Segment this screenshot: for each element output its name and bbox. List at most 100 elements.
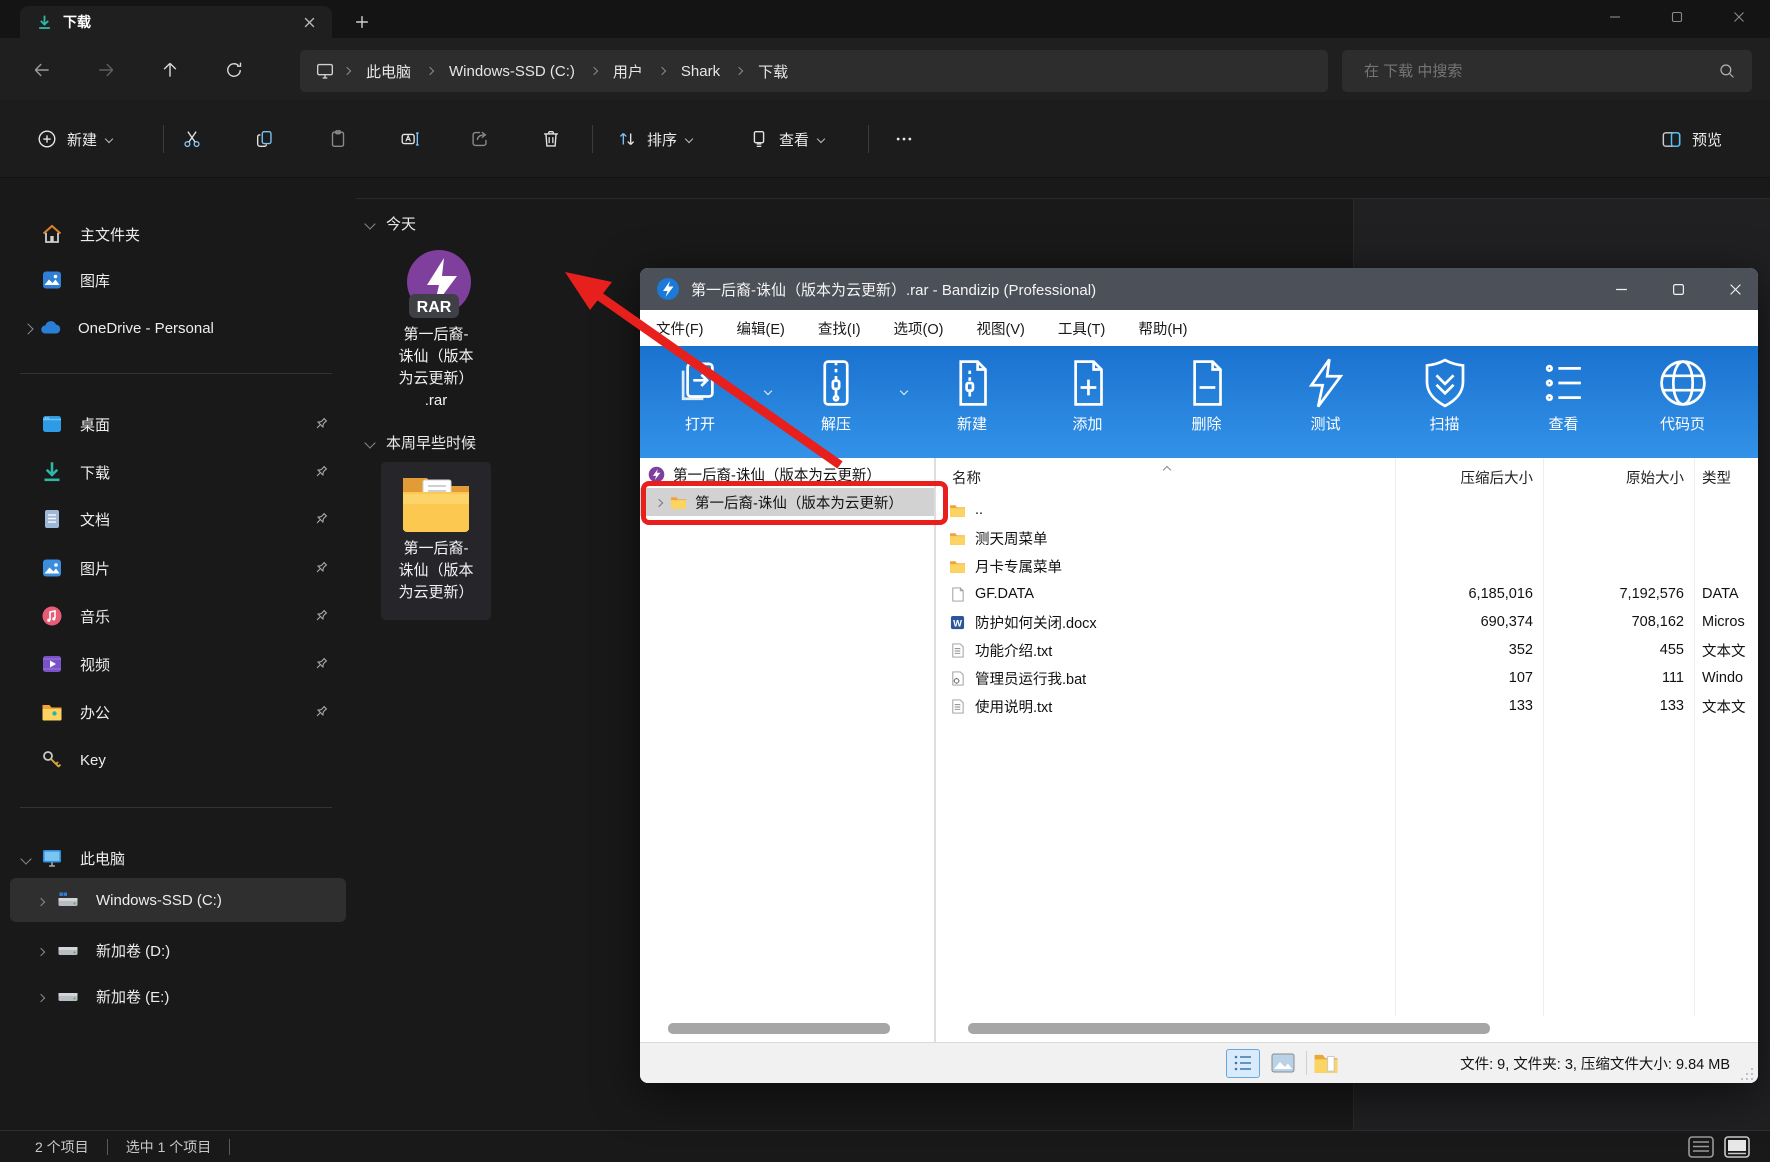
menu-find[interactable]: 查找(I) (818, 318, 861, 339)
file-item-folder-selected[interactable]: 第一后裔- 诛仙（版本 为云更新） (381, 462, 491, 620)
refresh-button[interactable] (214, 50, 254, 90)
sidebar-item-documents[interactable]: 文档 (10, 497, 346, 541)
column-header-type[interactable]: 类型 (1694, 467, 1758, 488)
copy-button[interactable] (245, 117, 285, 161)
archive-row[interactable]: .. (936, 496, 1758, 524)
scrollbar-thumb[interactable] (668, 1023, 890, 1034)
new-archive-button[interactable]: 新建 (916, 356, 1028, 458)
column-header-original[interactable]: 原始大小 (1543, 467, 1694, 488)
search-input[interactable] (1342, 50, 1752, 92)
archive-row[interactable]: 测天周菜单 (936, 524, 1758, 552)
sidebar-item-drive-e[interactable]: 新加卷 (E:) (10, 974, 346, 1018)
menu-tools[interactable]: 工具(T) (1058, 318, 1106, 339)
breadcrumb-item[interactable]: 此电脑 (358, 57, 419, 86)
breadcrumb-item[interactable]: 用户 (605, 57, 651, 86)
menu-help[interactable]: 帮助(H) (1138, 318, 1187, 339)
test-archive-button[interactable]: 测试 (1266, 356, 1385, 458)
sidebar-item-desktop[interactable]: 桌面 (10, 402, 346, 446)
sidebar-item-onedrive[interactable]: OneDrive - Personal (10, 306, 346, 350)
archive-row[interactable]: GF.DATA 6,185,016 7,192,576 DATA (936, 580, 1758, 608)
chevron-right-icon[interactable] (36, 988, 46, 1005)
bandizip-window[interactable]: 第一后裔-诛仙（版本为云更新）.rar - Bandizip (Professi… (640, 268, 1758, 1083)
extract-button[interactable]: 解压 (780, 356, 892, 458)
forward-button[interactable] (86, 50, 126, 90)
close-window-button[interactable] (1708, 0, 1770, 34)
chevron-down-icon[interactable] (20, 850, 32, 867)
paste-button[interactable] (318, 117, 358, 161)
breadcrumb-item[interactable]: Shark (673, 59, 728, 84)
details-view-button[interactable] (1226, 1048, 1260, 1078)
breadcrumb-item[interactable]: 下载 (750, 57, 796, 86)
group-header-today[interactable]: 今天 (364, 213, 416, 234)
search-box[interactable] (1342, 50, 1752, 92)
scan-archive-button[interactable]: 扫描 (1385, 356, 1504, 458)
tab-close-button[interactable] (298, 11, 320, 33)
view-button[interactable]: 查看 (738, 117, 834, 161)
view-file-button[interactable]: 查看 (1504, 356, 1623, 458)
sidebar-item-label: 图片 (80, 560, 111, 578)
cut-button[interactable] (172, 117, 212, 161)
group-header-earlier[interactable]: 本周早些时候 (364, 432, 476, 453)
thumbnail-view-button[interactable] (1266, 1049, 1300, 1078)
preview-toggle-button[interactable]: 预览 (1648, 117, 1734, 161)
rename-button[interactable] (390, 117, 430, 161)
sidebar-item-downloads[interactable]: 下载 (10, 450, 346, 494)
thumbnail-view-icon[interactable] (1724, 1136, 1750, 1158)
back-button[interactable] (22, 50, 62, 90)
archive-row[interactable]: 月卡专属菜单 (936, 552, 1758, 580)
bandizip-title-bar[interactable]: 第一后裔-诛仙（版本为云更新）.rar - Bandizip (Professi… (640, 268, 1758, 310)
sidebar-item-videos[interactable]: 视频 (10, 642, 346, 686)
up-button[interactable] (150, 50, 190, 90)
minimize-button[interactable] (1584, 0, 1646, 34)
chevron-right-icon[interactable] (36, 892, 46, 909)
sidebar-item-home[interactable]: 主文件夹 (10, 212, 346, 256)
breadcrumb[interactable]: 此电脑 Windows-SSD (C:) 用户 Shark 下载 (300, 50, 1328, 92)
bandizip-close-button[interactable] (1712, 268, 1758, 310)
open-folder-icon[interactable] (1313, 1051, 1339, 1075)
list-horizontal-scrollbar[interactable] (936, 1016, 1758, 1042)
bandizip-maximize-button[interactable] (1655, 268, 1701, 310)
file-item-rar[interactable]: RAR 第一后裔- 诛仙（版本 为云更新） .rar (381, 240, 491, 412)
menu-edit[interactable]: 编辑(E) (737, 318, 785, 339)
details-view-icon[interactable] (1688, 1136, 1714, 1158)
archive-row[interactable]: W 防护如何关闭.docx 690,374 708,162 Micros (936, 608, 1758, 636)
menu-view[interactable]: 视图(V) (976, 318, 1024, 339)
delete-button[interactable] (531, 117, 571, 161)
sidebar-item-pictures[interactable]: 图片 (10, 546, 346, 590)
sidebar-item-gallery[interactable]: 图库 (10, 258, 346, 302)
new-tab-button[interactable] (348, 8, 376, 36)
sidebar-item-drive-c[interactable]: Windows-SSD (C:) (10, 878, 346, 922)
explorer-tab-downloads[interactable]: 下载 (20, 6, 332, 38)
bandizip-toolbar: 打开 解压 新建 添加 删除 测试 扫描 查看 代码页 (640, 346, 1758, 458)
chevron-right-icon[interactable] (22, 320, 34, 337)
desktop-icon (43, 416, 61, 432)
open-archive-button[interactable]: 打开 (644, 356, 756, 458)
menu-file[interactable]: 文件(F) (656, 318, 704, 339)
extract-dropdown-chevron[interactable] (892, 356, 916, 458)
sidebar-item-drive-d[interactable]: 新加卷 (D:) (10, 928, 346, 972)
tree-horizontal-scrollbar[interactable] (640, 1016, 934, 1042)
breadcrumb-item[interactable]: Windows-SSD (C:) (441, 59, 583, 84)
sidebar-item-this-pc[interactable]: 此电脑 (10, 836, 346, 880)
scrollbar-thumb[interactable] (968, 1023, 1490, 1034)
codepage-button[interactable]: 代码页 (1623, 356, 1742, 458)
bandizip-minimize-button[interactable] (1598, 268, 1644, 310)
menu-options[interactable]: 选项(O) (894, 318, 944, 339)
open-dropdown-chevron[interactable] (756, 356, 780, 458)
new-button[interactable]: 新建 (24, 117, 124, 161)
more-options-button[interactable] (882, 117, 926, 161)
share-button[interactable] (460, 117, 500, 161)
sort-button[interactable]: 排序 (606, 117, 702, 161)
archive-row[interactable]: 使用说明.txt 133 133 文本文 (936, 692, 1758, 720)
add-files-button[interactable]: 添加 (1028, 356, 1147, 458)
sidebar-item-key[interactable]: Key (10, 738, 346, 782)
sidebar-item-office-folder[interactable]: 办公 (10, 690, 346, 734)
column-header-compressed[interactable]: 压缩后大小 (1395, 467, 1543, 488)
chevron-right-icon[interactable] (36, 942, 46, 959)
sidebar-item-music[interactable]: 音乐 (10, 594, 346, 638)
maximize-button[interactable] (1646, 0, 1708, 34)
archive-row[interactable]: 功能介绍.txt 352 455 文本文 (936, 636, 1758, 664)
delete-files-button[interactable]: 删除 (1147, 356, 1266, 458)
archive-row[interactable]: 管理员运行我.bat 107 111 Windo (936, 664, 1758, 692)
resize-grip[interactable] (1740, 1066, 1754, 1080)
